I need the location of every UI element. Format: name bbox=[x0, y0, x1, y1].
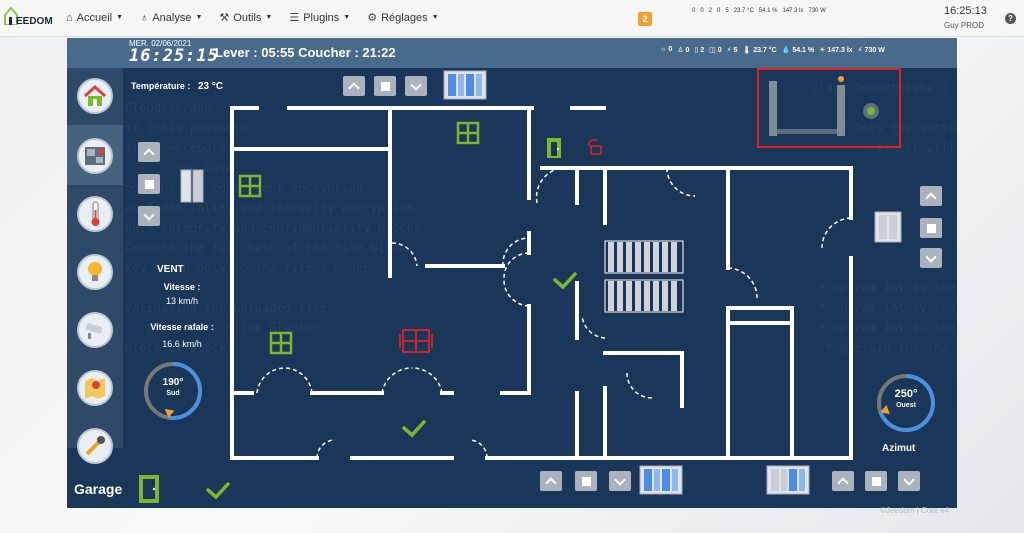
check-icon bbox=[553, 272, 577, 290]
shutter-stop-button[interactable] bbox=[575, 471, 597, 491]
chevron-down-icon bbox=[143, 208, 155, 221]
check-icon bbox=[402, 420, 426, 438]
list-icon: ☰ bbox=[289, 12, 300, 24]
shutter-up-button[interactable] bbox=[343, 76, 365, 96]
caret-down-icon: ▼ bbox=[116, 14, 124, 21]
wind-direction-deg: 190° bbox=[162, 377, 184, 388]
shutter-down-button[interactable] bbox=[920, 248, 942, 268]
menu-label: Analyse bbox=[152, 11, 192, 24]
menu-label: Accueil bbox=[76, 11, 113, 24]
main-menu: ⌂ Accueil ▼ ♁ Analyse ▼ ⚒ Outils ▼ ☰ Plu… bbox=[66, 11, 456, 25]
stop-icon bbox=[926, 223, 936, 233]
chevron-up-icon bbox=[925, 191, 937, 204]
stop-icon bbox=[871, 476, 881, 486]
gate-widget[interactable] bbox=[763, 71, 883, 141]
shutter-down-button[interactable] bbox=[898, 471, 920, 491]
door-icon-status: 2 bbox=[708, 8, 713, 14]
shutter-stop-button[interactable] bbox=[865, 471, 887, 491]
stop-icon bbox=[380, 81, 390, 91]
design-panel: * The coordinate bbox=[67, 38, 957, 508]
shutter-down-button[interactable] bbox=[609, 471, 631, 491]
home-icon: ⌂ bbox=[66, 11, 73, 24]
check-icon bbox=[206, 482, 230, 500]
stop-icon bbox=[581, 476, 591, 486]
menu-label: Outils bbox=[233, 11, 262, 24]
menu-reglages[interactable]: ⚙ Réglages ▼ bbox=[367, 11, 439, 25]
shutter-down-button[interactable] bbox=[405, 76, 427, 96]
wrench-icon: ⚒ bbox=[219, 12, 230, 24]
chevron-down-icon bbox=[410, 78, 422, 91]
user-name[interactable]: Guy PROD bbox=[944, 21, 984, 30]
chevron-up-icon bbox=[837, 476, 849, 489]
chevron-up-icon bbox=[143, 147, 155, 160]
wind-gust-label: Vitesse rafale : bbox=[150, 322, 214, 332]
notification-badge[interactable]: 2 bbox=[638, 12, 652, 26]
logo-text: EEDOM bbox=[16, 16, 53, 27]
top-navbar: EEDOM ⌂ Accueil ▼ ♁ Analyse ▼ ⚒ Outils ▼… bbox=[0, 0, 1024, 37]
menu-label: Plugins bbox=[303, 11, 340, 24]
top-clock: 16:25:13 bbox=[944, 5, 987, 17]
plug-icon-status: 5 bbox=[725, 8, 729, 14]
chevron-down-icon bbox=[903, 473, 915, 486]
gear-icon: ⚙ bbox=[367, 12, 378, 24]
shutter-up-button[interactable] bbox=[138, 142, 160, 162]
shutter-window-bottom-right[interactable] bbox=[766, 465, 810, 495]
wind-gust-value: 16.6 km/h bbox=[162, 339, 202, 349]
jeedom-logo[interactable]: EEDOM bbox=[4, 5, 56, 31]
window-icon-status: 0 bbox=[717, 8, 721, 14]
shutter-up-button[interactable] bbox=[832, 471, 854, 491]
stop-icon bbox=[144, 179, 154, 189]
stethoscope-icon: ♁ bbox=[140, 11, 149, 24]
humidity-status: 54.1 % bbox=[758, 8, 778, 14]
menu-analyse[interactable]: ♁ Analyse ▼ bbox=[140, 11, 202, 24]
lock-icon[interactable] bbox=[588, 139, 602, 155]
shutter-down-button[interactable] bbox=[138, 206, 160, 226]
shutter-window-top[interactable] bbox=[443, 70, 487, 100]
window-icon[interactable] bbox=[238, 174, 262, 198]
wind-direction-name: Sud bbox=[166, 390, 180, 397]
shutter-stop-button[interactable] bbox=[138, 174, 160, 194]
garage-label: Garage bbox=[74, 481, 123, 497]
wind-speed-value: 13 km/h bbox=[165, 296, 198, 306]
window-icon[interactable] bbox=[456, 121, 480, 145]
window-icon[interactable] bbox=[269, 331, 293, 355]
caret-down-icon: ▼ bbox=[195, 14, 203, 21]
luminosity-status: 147.3 lx bbox=[782, 8, 804, 14]
wind-title: VENT bbox=[157, 264, 184, 275]
garage-door-icon[interactable] bbox=[139, 475, 159, 503]
help-icon[interactable]: ? bbox=[1005, 13, 1016, 24]
shutter-up-button[interactable] bbox=[920, 186, 942, 206]
shutter-stop-button[interactable] bbox=[374, 76, 396, 96]
shutter-stop-button[interactable] bbox=[920, 218, 942, 238]
stairs bbox=[604, 240, 684, 313]
azimut-name: Ouest bbox=[896, 402, 916, 409]
shutter-up-button[interactable] bbox=[540, 471, 562, 491]
chevron-up-icon bbox=[348, 81, 360, 94]
light-icon-status: 0 bbox=[692, 8, 696, 14]
chevron-down-icon bbox=[614, 473, 626, 486]
caret-down-icon: ▼ bbox=[265, 14, 273, 21]
menu-label: Réglages bbox=[381, 11, 428, 24]
menu-outils[interactable]: ⚒ Outils ▼ bbox=[219, 11, 273, 25]
shutter-window-left[interactable] bbox=[179, 168, 205, 204]
caret-down-icon: ▼ bbox=[343, 14, 351, 21]
azimut-deg: 250° bbox=[894, 388, 918, 400]
motion-icon-status: 0 bbox=[700, 8, 704, 14]
chevron-down-icon bbox=[925, 250, 937, 263]
wind-speed-label: Vitesse : bbox=[163, 282, 201, 292]
chevron-up-icon bbox=[545, 476, 557, 489]
top-summary-status[interactable]: 0 0 2 0 5 23.7 °C 54.1 % 147.3 lx 730 W bbox=[692, 8, 826, 14]
shutter-window-bottom-left[interactable] bbox=[639, 465, 683, 495]
version-watermark: ©Jeedom | Core v4 bbox=[880, 506, 949, 515]
caret-down-icon: ▼ bbox=[431, 14, 439, 21]
shutter-window-right[interactable] bbox=[874, 211, 902, 243]
azimut-label: Azimut bbox=[882, 443, 916, 454]
door-icon[interactable] bbox=[547, 138, 561, 158]
shutter-red-icon[interactable] bbox=[399, 329, 433, 353]
power-status: 730 W bbox=[808, 8, 826, 14]
temperature-status: 23.7 °C bbox=[733, 8, 754, 14]
menu-plugins[interactable]: ☰ Plugins ▼ bbox=[289, 11, 351, 25]
menu-accueil[interactable]: ⌂ Accueil ▼ bbox=[66, 11, 123, 24]
